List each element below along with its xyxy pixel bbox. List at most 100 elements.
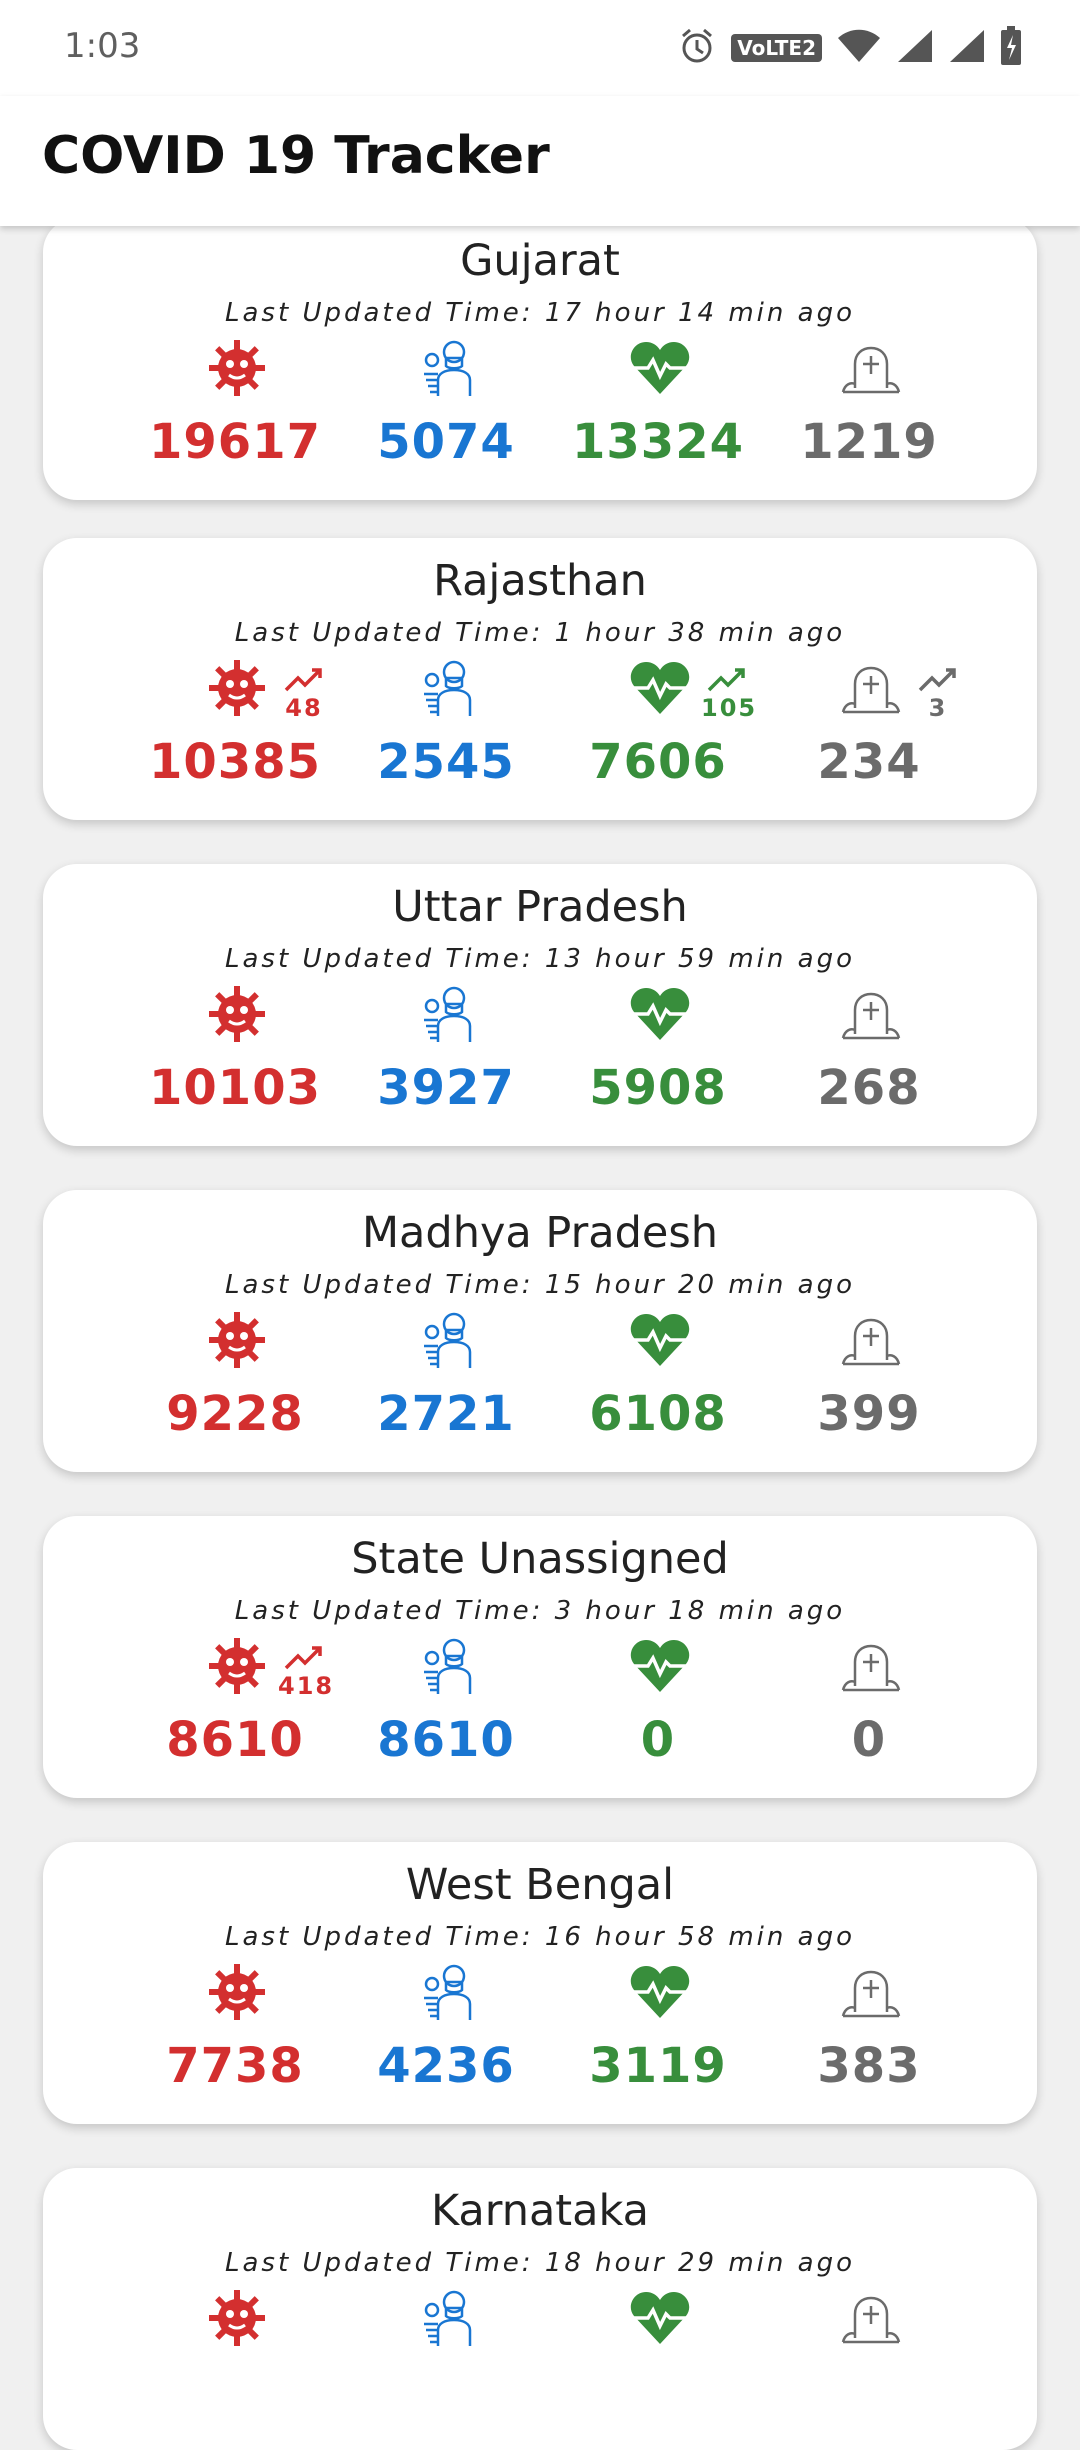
heart-pulse-icon bbox=[628, 336, 692, 400]
confirmed-delta: 418 bbox=[278, 1644, 332, 1700]
deceased-stat: 1219 bbox=[774, 336, 964, 496]
battery-icon bbox=[1000, 25, 1022, 71]
patient-mask-icon bbox=[416, 1308, 480, 1372]
virus-icon bbox=[205, 1634, 269, 1698]
recovered-delta: 105 bbox=[701, 666, 755, 722]
deceased-stat: 3 234 bbox=[774, 656, 964, 816]
recovered-stat: 0 bbox=[563, 1634, 753, 1794]
last-updated-text: Last Updated Time: 13 hour 59 min ago bbox=[225, 944, 855, 974]
recovered-stat: 13324 bbox=[563, 336, 753, 496]
confirmed-stat: 48 10385 bbox=[140, 656, 330, 816]
active-count: 8610 bbox=[377, 1712, 515, 1768]
recovered-count: 13324 bbox=[572, 414, 744, 470]
grave-icon bbox=[839, 656, 903, 720]
active-count: 5074 bbox=[377, 414, 515, 470]
alarm-icon bbox=[677, 26, 717, 71]
recovered-count: 3119 bbox=[589, 2038, 727, 2094]
recovered-count: 6108 bbox=[589, 1386, 727, 1442]
trending-up-icon bbox=[284, 1646, 322, 1670]
state-card[interactable]: Madhya Pradesh Last Updated Time: 15 hou… bbox=[43, 1190, 1037, 1472]
confirmed-delta: 48 bbox=[278, 666, 330, 722]
active-stat bbox=[351, 2286, 541, 2446]
grave-icon bbox=[839, 1308, 903, 1372]
heart-pulse-icon bbox=[628, 1634, 692, 1698]
last-updated-text: Last Updated Time: 18 hour 29 min ago bbox=[225, 2248, 855, 2278]
virus-icon bbox=[205, 982, 269, 1046]
state-card[interactable]: West Bengal Last Updated Time: 16 hour 5… bbox=[43, 1842, 1037, 2124]
state-card[interactable]: Uttar Pradesh Last Updated Time: 13 hour… bbox=[43, 864, 1037, 1146]
deceased-count: 234 bbox=[817, 734, 921, 790]
deceased-count: 399 bbox=[817, 1386, 921, 1442]
recovered-stat: 5908 bbox=[563, 982, 753, 1142]
last-updated-text: Last Updated Time: 15 hour 20 min ago bbox=[225, 1270, 855, 1300]
signal-icon bbox=[896, 28, 934, 69]
patient-mask-icon bbox=[416, 336, 480, 400]
confirmed-count: 9228 bbox=[166, 1386, 304, 1442]
last-updated-text: Last Updated Time: 3 hour 18 min ago bbox=[234, 1596, 846, 1626]
active-stat: 5074 bbox=[351, 336, 541, 496]
grave-icon bbox=[839, 982, 903, 1046]
state-name: Gujarat bbox=[460, 236, 620, 286]
patient-mask-icon bbox=[416, 656, 480, 720]
app-title: COVID 19 Tracker bbox=[42, 126, 550, 186]
deceased-count: 383 bbox=[817, 2038, 921, 2094]
recovered-stat bbox=[563, 2286, 753, 2446]
state-list[interactable]: Gujarat Last Updated Time: 17 hour 14 mi… bbox=[0, 0, 1080, 2450]
virus-icon bbox=[205, 2286, 269, 2350]
confirmed-count: 19617 bbox=[149, 414, 321, 470]
active-stat: 4236 bbox=[351, 1960, 541, 2120]
active-stat: 8610 bbox=[351, 1634, 541, 1794]
active-stat: 3927 bbox=[351, 982, 541, 1142]
grave-icon bbox=[839, 1960, 903, 2024]
confirmed-stat: 9228 bbox=[140, 1308, 330, 1468]
state-card[interactable]: Gujarat Last Updated Time: 17 hour 14 mi… bbox=[43, 218, 1037, 500]
patient-mask-icon bbox=[416, 2286, 480, 2350]
state-card[interactable]: State Unassigned Last Updated Time: 3 ho… bbox=[43, 1516, 1037, 1798]
grave-icon bbox=[839, 1634, 903, 1698]
last-updated-text: Last Updated Time: 1 hour 38 min ago bbox=[234, 618, 846, 648]
heart-pulse-icon bbox=[628, 982, 692, 1046]
state-card[interactable]: Karnataka Last Updated Time: 18 hour 29 … bbox=[43, 2168, 1037, 2450]
patient-mask-icon bbox=[416, 982, 480, 1046]
deceased-count: 268 bbox=[817, 1060, 921, 1116]
deceased-stat bbox=[774, 2286, 964, 2446]
signal-icon-2 bbox=[948, 28, 986, 69]
active-count: 2721 bbox=[377, 1386, 515, 1442]
state-card[interactable]: Rajasthan Last Updated Time: 1 hour 38 m… bbox=[43, 538, 1037, 820]
deceased-count: 0 bbox=[851, 1712, 887, 1768]
deceased-count: 1219 bbox=[800, 414, 938, 470]
active-stat: 2721 bbox=[351, 1308, 541, 1468]
last-updated-text: Last Updated Time: 17 hour 14 min ago bbox=[225, 298, 855, 328]
trending-up-icon bbox=[918, 668, 956, 692]
heart-pulse-icon bbox=[628, 656, 692, 720]
volte-badge: VoLTE2 bbox=[731, 34, 822, 62]
active-stat: 2545 bbox=[351, 656, 541, 816]
confirmed-stat: 19617 bbox=[140, 336, 330, 496]
virus-icon bbox=[205, 1960, 269, 2024]
last-updated-text: Last Updated Time: 16 hour 58 min ago bbox=[225, 1922, 855, 1952]
confirmed-stat: 10103 bbox=[140, 982, 330, 1142]
deceased-stat: 399 bbox=[774, 1308, 964, 1468]
recovered-stat: 6108 bbox=[563, 1308, 753, 1468]
deceased-stat: 383 bbox=[774, 1960, 964, 2120]
state-name: Uttar Pradesh bbox=[392, 882, 688, 932]
confirmed-stat: 418 8610 bbox=[140, 1634, 332, 1794]
status-time: 1:03 bbox=[64, 26, 141, 66]
state-name: Rajasthan bbox=[433, 556, 647, 606]
state-name: Karnataka bbox=[430, 2186, 650, 2236]
heart-pulse-icon bbox=[628, 1960, 692, 2024]
patient-mask-icon bbox=[416, 1960, 480, 2024]
confirmed-count: 8610 bbox=[166, 1712, 304, 1768]
state-name: State Unassigned bbox=[351, 1534, 729, 1584]
status-bar: 1:03 VoLTE2 bbox=[0, 0, 1080, 96]
grave-icon bbox=[839, 336, 903, 400]
active-count: 3927 bbox=[377, 1060, 515, 1116]
confirmed-count: 7738 bbox=[166, 2038, 304, 2094]
recovered-count: 5908 bbox=[589, 1060, 727, 1116]
deceased-stat: 0 bbox=[774, 1634, 964, 1794]
deceased-delta: 3 bbox=[912, 666, 964, 722]
confirmed-count: 10103 bbox=[149, 1060, 321, 1116]
patient-mask-icon bbox=[416, 1634, 480, 1698]
state-name: West Bengal bbox=[405, 1860, 675, 1910]
recovered-stat: 105 7606 bbox=[563, 656, 755, 816]
